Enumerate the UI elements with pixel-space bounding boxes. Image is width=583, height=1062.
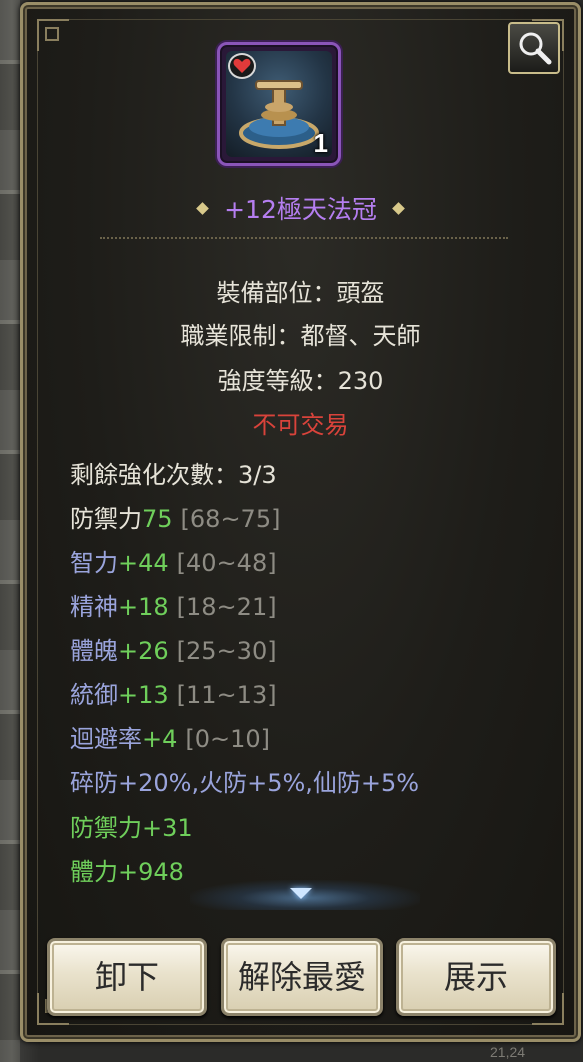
stat-range: [11~13]	[176, 681, 277, 709]
background-strip	[0, 0, 20, 1062]
stat-value: 75	[142, 505, 173, 533]
stat-line: 智力+44 [40~48]	[70, 543, 277, 578]
divider	[100, 237, 508, 239]
stat-value: +18	[118, 593, 169, 621]
item-icon-slot[interactable]: 1	[217, 42, 341, 166]
enhance-remaining-text: 剩餘強化次數：3/3	[70, 461, 277, 489]
stat-range: [0~10]	[185, 725, 271, 753]
diamond-icon	[392, 201, 405, 215]
item-count: 1	[313, 128, 328, 158]
stat-line: 體魄+26 [25~30]	[70, 631, 277, 666]
stat-range: [25~30]	[176, 637, 277, 665]
stat-label: 迴避率	[70, 725, 142, 753]
item-title: +12極天法冠	[224, 195, 377, 224]
stat-value: +44	[118, 549, 169, 577]
heart-icon	[228, 53, 256, 79]
zoom-button[interactable]	[508, 22, 560, 74]
scroll-down-icon[interactable]	[290, 888, 312, 899]
unequip-button[interactable]: 卸下	[47, 938, 207, 1016]
item-level-text: 強度等級：230	[217, 367, 384, 395]
stat-value: +13	[118, 681, 169, 709]
stat-range: [68~75]	[180, 505, 281, 533]
diamond-icon	[196, 201, 209, 215]
bonus-line: 體力+948	[70, 858, 184, 886]
corner-ornament	[37, 19, 69, 51]
zoom-icon	[519, 32, 552, 65]
show-button[interactable]: 展示	[396, 938, 556, 1016]
stat-label: 防禦力	[70, 505, 142, 533]
stat-label: 智力	[70, 549, 118, 577]
stat-range: [18~21]	[176, 593, 277, 621]
stat-label: 精神	[70, 593, 118, 621]
stat-value: +26	[118, 637, 169, 665]
stat-value: +4	[142, 725, 178, 753]
class-limit-text: 職業限制：都督、天師	[180, 322, 421, 350]
stat-line: 精神+18 [18~21]	[70, 587, 277, 622]
item-title-row: +12極天法冠	[20, 190, 581, 226]
bonus-line: 防禦力+31	[70, 814, 193, 842]
equip-slot-text: 裝備部位：頭盔	[216, 279, 385, 307]
stat-range: [40~48]	[176, 549, 277, 577]
stat-label: 統御	[70, 681, 118, 709]
stat-line: 統御+13 [11~13]	[70, 675, 277, 710]
stat-line: 迴避率+4 [0~10]	[70, 719, 270, 754]
unfavorite-button[interactable]: 解除最愛	[221, 938, 383, 1016]
trade-status-text: 不可交易	[252, 411, 349, 439]
stat-line: 防禦力75 [68~75]	[70, 499, 280, 534]
resistance-line: 碎防+20%,火防+5%,仙防+5%	[70, 769, 420, 797]
background-coordinate-text: 21,24	[490, 1044, 526, 1060]
stat-label: 體魄	[70, 637, 118, 665]
